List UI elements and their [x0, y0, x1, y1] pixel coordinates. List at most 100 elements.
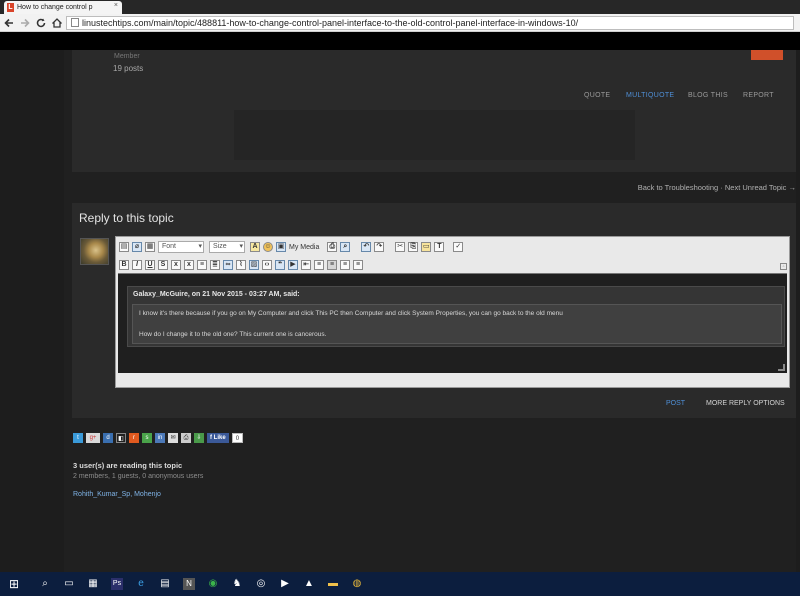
source-icon[interactable]: ▤ — [119, 242, 129, 252]
tab-close-icon[interactable]: × — [114, 2, 118, 9]
windows-start-icon[interactable]: ⊞ — [7, 578, 21, 590]
find-icon[interactable]: ⌕ — [340, 242, 351, 252]
emoticon-table-icon[interactable]: ▦ — [145, 242, 155, 252]
address-bar[interactable]: linustechtips.com/main/topic/488811-how-… — [66, 16, 794, 30]
left-margin — [0, 50, 64, 572]
store-icon[interactable]: ▦ — [87, 578, 99, 590]
italic-icon[interactable]: I — [132, 260, 142, 270]
blog-this-button[interactable]: BLOG THIS — [688, 92, 728, 99]
readers-summary: 2 members, 1 guests, 0 anonymous users — [73, 473, 204, 480]
reply-title: Reply to this topic — [79, 211, 174, 225]
cut-icon[interactable]: ✂ — [395, 242, 406, 252]
page-icon — [71, 18, 79, 27]
app-n-icon[interactable]: N — [183, 578, 195, 590]
strikethrough-icon[interactable]: S — [158, 260, 168, 270]
email-icon[interactable]: ✉ — [168, 433, 178, 443]
post-count: 19 posts — [113, 64, 144, 73]
quote-icon[interactable]: ❝ — [275, 260, 285, 270]
paste-text-icon[interactable]: T — [434, 242, 445, 252]
reddit-icon[interactable]: r — [129, 433, 139, 443]
align-justify-icon[interactable]: ≡ — [353, 260, 363, 270]
outdent-icon[interactable]: ⇤ — [301, 260, 311, 270]
spellcheck-icon[interactable]: ✓ — [453, 242, 464, 252]
back-arrow-icon[interactable] — [2, 16, 16, 30]
quote-line-1: I know it's there because if you go on M… — [139, 310, 563, 317]
network-app-icon[interactable]: ▲ — [303, 578, 315, 590]
linkedin-icon[interactable]: in — [155, 433, 165, 443]
file-explorer-icon[interactable]: ▤ — [159, 578, 171, 590]
media-embed-icon[interactable]: ▶ — [288, 260, 298, 270]
subscript-icon[interactable]: x — [171, 260, 181, 270]
facebook-like-button[interactable]: f Like — [207, 433, 229, 443]
quote-line-2: How do I change it to the old one? This … — [139, 331, 327, 338]
more-reply-options-button[interactable]: MORE REPLY OPTIONS — [706, 400, 785, 407]
editor-toolbar-row-1: ▤ ⌀ ▦ Font Size A ☺ ▣ My Media ⎙ ⌕ ↶ ↷ ✂… — [119, 240, 466, 254]
align-center-icon[interactable]: ≡ — [327, 260, 337, 270]
delicious-icon[interactable]: ◧ — [116, 433, 126, 443]
quote-header: Galaxy_McGuire, on 21 Nov 2015 - 03:27 A… — [133, 291, 300, 298]
back-to-forum-link[interactable]: Back to Troubleshooting · Next Unread To… — [638, 183, 796, 192]
google-plus-icon[interactable]: g+ — [86, 433, 100, 443]
stumbleupon-icon[interactable]: s — [142, 433, 152, 443]
underline-icon[interactable]: U — [145, 260, 155, 270]
emoticon-icon[interactable]: ☺ — [263, 242, 273, 252]
resize-handle-icon[interactable] — [778, 364, 785, 371]
digg-icon[interactable]: d — [103, 433, 113, 443]
link-icon[interactable]: ∞ — [223, 260, 233, 270]
my-media-label[interactable]: My Media — [289, 244, 319, 251]
size-select[interactable]: Size — [209, 241, 245, 253]
forward-arrow-icon[interactable] — [18, 16, 32, 30]
reload-icon[interactable] — [34, 16, 48, 30]
print-icon[interactable]: ⎙ — [327, 242, 338, 252]
twitter-icon[interactable]: t — [73, 433, 83, 443]
expand-toolbar-icon[interactable]: ▴ — [780, 263, 787, 270]
align-left-icon[interactable]: ≡ — [314, 260, 324, 270]
my-media-icon[interactable]: ▣ — [276, 242, 286, 252]
report-button[interactable]: REPORT — [743, 92, 774, 99]
quoted-post: Galaxy_McGuire, on 21 Nov 2015 - 03:27 A… — [127, 286, 785, 347]
download-icon[interactable]: ⇩ — [194, 433, 204, 443]
align-right-icon[interactable]: ≡ — [340, 260, 350, 270]
game-icon[interactable]: ♞ — [231, 578, 243, 590]
edge-icon[interactable]: e — [135, 578, 147, 590]
video-editor-icon[interactable]: ▶ — [279, 578, 291, 590]
font-select[interactable]: Font — [158, 241, 204, 253]
site-header-band — [0, 32, 800, 50]
tab-title: How to change control p — [17, 4, 93, 11]
photoshop-icon[interactable]: Ps — [111, 578, 123, 590]
multiquote-button[interactable]: MULTIQUOTE — [626, 92, 674, 99]
browser-tab[interactable]: L How to change control p × — [4, 1, 122, 14]
home-icon[interactable] — [50, 16, 64, 30]
post-button[interactable]: POST — [666, 400, 685, 407]
steam-icon[interactable]: ◎ — [255, 578, 267, 590]
razer-icon[interactable]: ◉ — [207, 578, 219, 590]
signature-box — [234, 110, 635, 160]
editor-text-area[interactable]: Galaxy_McGuire, on 21 Nov 2015 - 03:27 A… — [118, 273, 787, 373]
task-view-icon[interactable]: ▭ — [63, 578, 75, 590]
bulleted-list-icon[interactable]: ≡ — [197, 260, 207, 270]
quote-button[interactable]: QUOTE — [584, 92, 610, 99]
text-color-icon[interactable]: A — [250, 242, 260, 252]
redo-icon[interactable]: ↷ — [374, 242, 385, 252]
numbered-list-icon[interactable]: ≣ — [210, 260, 220, 270]
taskbar: ⊞ ⌕ ▭ ▦ Ps e ▤ N ◉ ♞ ◎ ▶ ▲ ▬ ◍ — [0, 572, 800, 596]
share-bar: t g+ d ◧ r s in ✉ ⎙ ⇩ f Like 0 — [73, 432, 246, 444]
search-icon[interactable]: ⌕ — [39, 578, 51, 590]
print-share-icon[interactable]: ⎙ — [181, 433, 191, 443]
browser-toolbar: linustechtips.com/main/topic/488811-how-… — [0, 14, 800, 32]
remove-format-icon[interactable]: ⌀ — [132, 242, 142, 252]
image-icon[interactable]: ▨ — [249, 260, 259, 270]
facebook-like-label: Like — [213, 435, 226, 441]
superscript-icon[interactable]: x — [184, 260, 194, 270]
quote-body: I know it's there because if you go on M… — [132, 304, 782, 344]
reader-names[interactable]: Rohith_Kumar_Sp, Mohenjo — [73, 491, 161, 498]
bold-icon[interactable]: B — [119, 260, 129, 270]
undo-icon[interactable]: ↶ — [361, 242, 372, 252]
folder-icon[interactable]: ▬ — [327, 578, 339, 590]
code-icon[interactable]: ‹› — [262, 260, 272, 270]
facebook-like-count: 0 — [231, 433, 244, 443]
copy-icon[interactable]: ⎘ — [408, 242, 419, 252]
unlink-icon[interactable]: ⌇ — [236, 260, 246, 270]
chrome-icon[interactable]: ◍ — [351, 578, 363, 590]
paste-icon[interactable]: ▭ — [421, 242, 432, 252]
